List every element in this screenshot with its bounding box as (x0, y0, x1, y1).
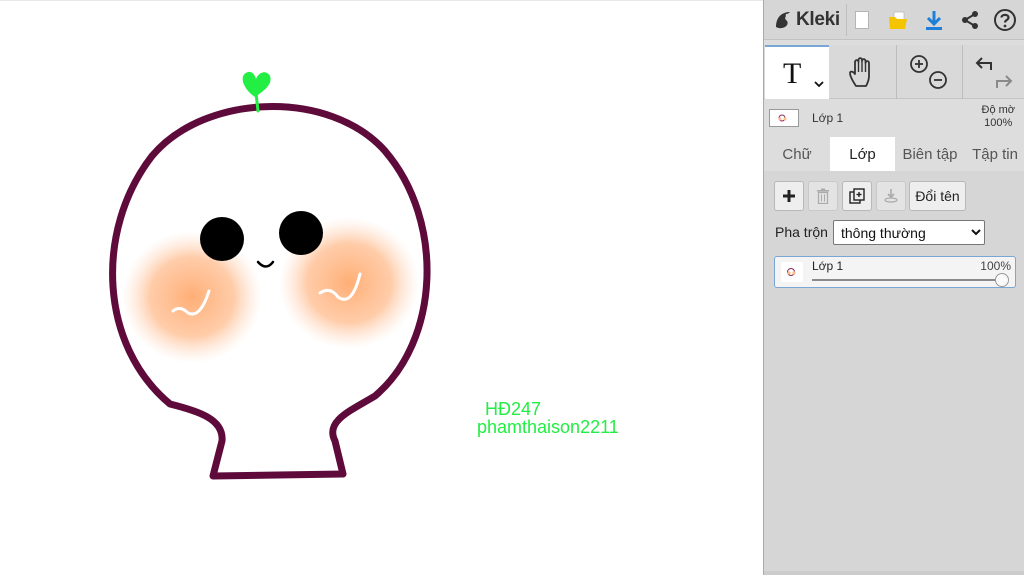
trash-icon (817, 188, 829, 204)
layer-opacity-handle[interactable] (995, 273, 1009, 287)
panel-bottom-edge (764, 571, 1024, 575)
app-name: Kleki (796, 9, 840, 30)
delete-layer-button[interactable] (808, 181, 838, 211)
duplicate-layer-button[interactable] (842, 181, 872, 211)
blend-mode-label: Pha trộn (775, 224, 828, 240)
top-toolbar: Kleki (764, 0, 1024, 40)
help-icon (994, 9, 1016, 31)
layer-opacity-slider[interactable] (812, 279, 1005, 281)
kleki-logo[interactable]: Kleki (772, 6, 840, 34)
help-button[interactable] (989, 4, 1021, 36)
new-file-icon (855, 11, 869, 29)
undo-redo-buttons (963, 45, 1024, 99)
undo-redo-controls (975, 57, 1013, 88)
left-eye (200, 217, 244, 261)
layer-opacity-value: 100% (980, 259, 1011, 273)
download-icon (926, 11, 942, 30)
download-button[interactable] (918, 4, 950, 36)
add-layer-button[interactable] (774, 181, 804, 211)
new-file-button[interactable] (846, 4, 878, 36)
layer-item[interactable]: Lớp 1 100% (774, 256, 1016, 288)
zoom-in-icon (910, 55, 928, 73)
blend-mode-select[interactable]: thông thường (833, 220, 985, 245)
canvas-drawing (109, 71, 431, 480)
merge-down-button[interactable] (876, 181, 906, 211)
text-tool-button[interactable]: T (765, 45, 829, 99)
tool-row: T (764, 45, 1024, 99)
plus-icon (783, 190, 795, 202)
canvas-text-username: phamthaison2211 (477, 417, 619, 437)
tab-text[interactable]: Chữ (764, 137, 830, 171)
zoom-buttons (897, 45, 961, 99)
undo-icon (975, 57, 992, 70)
mouth (256, 260, 275, 268)
tab-edit[interactable]: Biên tập (895, 137, 965, 171)
layers-tab-content: Đổi tên Pha trộn thông thường Lớp 1 100% (764, 171, 1024, 575)
text-tool-icon: T (783, 57, 802, 90)
opacity-display: Độ mờ 100% (982, 104, 1016, 130)
share-icon (962, 11, 978, 29)
side-panel: Kleki T Lớp 1 Độ mờ 100% Chữ Lớp Biên tậ… (763, 0, 1024, 575)
right-eye (279, 211, 323, 255)
chevron-down-icon[interactable] (814, 80, 824, 88)
drawing-canvas[interactable]: HĐ247 phamthaison2211 (0, 0, 763, 575)
zoom-controls (910, 55, 947, 89)
layer-preview-thumbnail (769, 109, 799, 127)
sprout-leaf (242, 71, 271, 97)
layer-preview[interactable]: Lớp 1 Độ mờ 100% (764, 99, 1024, 137)
layer-thumbnail (781, 262, 803, 282)
open-file-button[interactable] (882, 4, 914, 36)
duplicate-icon (849, 188, 865, 204)
layer-preview-name: Lớp 1 (812, 111, 844, 125)
zoom-out-icon (929, 71, 947, 89)
left-blush (122, 231, 262, 363)
redo-icon (996, 75, 1013, 88)
tab-layers[interactable]: Lớp (830, 137, 895, 171)
kleki-logo-icon (776, 12, 790, 29)
layer-name: Lớp 1 (812, 259, 844, 273)
hand-tool-button[interactable] (830, 45, 894, 99)
canvas-text-hd247: HĐ247 (485, 399, 542, 419)
share-button[interactable] (954, 4, 986, 36)
open-folder-icon (889, 11, 907, 29)
rename-layer-button[interactable]: Đổi tên (909, 181, 966, 211)
opacity-label: Độ mờ (981, 104, 1016, 116)
merge-down-icon (884, 189, 898, 203)
panel-tabs: Chữ Lớp Biên tập Tập tin (764, 137, 1024, 171)
hand-tool-icon (849, 57, 870, 87)
tab-file[interactable]: Tập tin (965, 137, 1024, 171)
opacity-value: 100% (984, 117, 1013, 129)
